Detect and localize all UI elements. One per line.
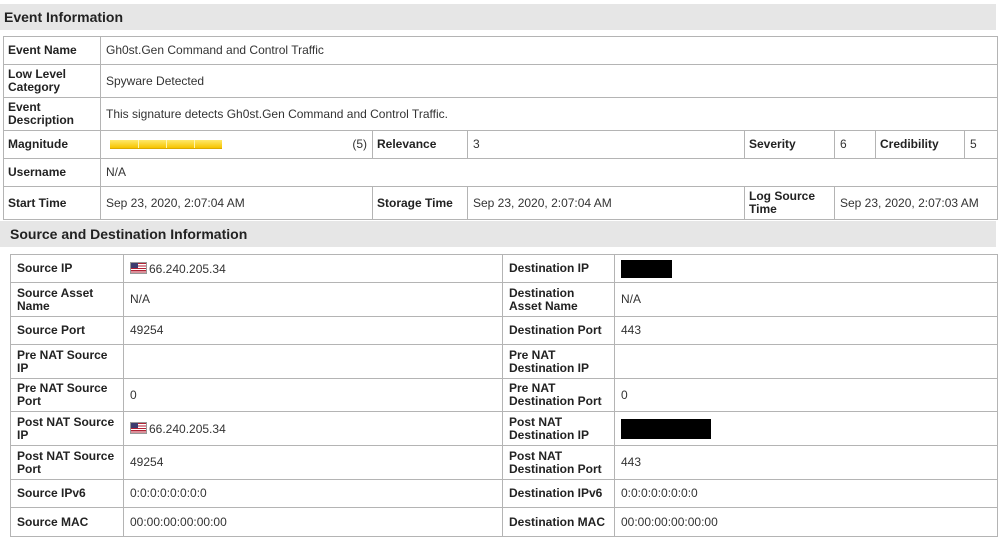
- username-value: N/A: [99, 158, 999, 187]
- source-ipv6-label: Source IPv6: [10, 479, 124, 508]
- source-port-value: 49254: [123, 316, 503, 345]
- destination-port-label: Destination Port: [502, 316, 615, 345]
- destination-port-value: 443: [614, 316, 998, 345]
- asset-name-row: Source Asset Name N/A Destination Asset …: [10, 282, 998, 317]
- pre-nat-source-port-value: 0: [123, 378, 503, 412]
- destination-ipv6-label: Destination IPv6: [502, 479, 615, 508]
- event-description-value: This signature detects Gh0st.Gen Command…: [99, 97, 999, 131]
- post-nat-source-ip-cell: 66.240.205.34: [123, 411, 503, 446]
- destination-mac-label: Destination MAC: [502, 507, 615, 537]
- pre-nat-destination-port-value: 0: [614, 378, 998, 412]
- post-nat-source-port-value: 49254: [123, 445, 503, 480]
- event-description-label: Event Description: [3, 97, 101, 131]
- destination-asset-name-label: Destination Asset Name: [502, 282, 615, 317]
- post-nat-source-ip-value: 66.240.205.34: [149, 421, 226, 436]
- source-asset-name-value: N/A: [123, 282, 503, 317]
- destination-asset-name-value: N/A: [614, 282, 998, 317]
- relevance-value: 3: [467, 130, 745, 159]
- post-nat-destination-ip-label: Post NAT Destination IP: [502, 411, 615, 446]
- post-nat-destination-port-label: Post NAT Destination Port: [502, 445, 615, 480]
- us-flag-icon: [130, 421, 147, 434]
- post-nat-source-ip-label: Post NAT Source IP: [10, 411, 124, 446]
- credibility-value: 5: [963, 130, 999, 159]
- pre-nat-ip-row: Pre NAT Source IP Pre NAT Destination IP: [10, 344, 998, 379]
- magnitude-label: Magnitude: [3, 130, 101, 159]
- ip-row: Source IP 66.240.205.34 Destination IP: [10, 254, 998, 283]
- source-ip-value: 66.240.205.34: [149, 261, 226, 276]
- source-port-label: Source Port: [10, 316, 124, 345]
- log-source-time-label: Log Source Time: [744, 186, 835, 220]
- pre-nat-source-port-label: Pre NAT Source Port: [10, 378, 124, 412]
- destination-ip-cell: [614, 254, 998, 283]
- source-asset-name-label: Source Asset Name: [10, 282, 124, 317]
- magnitude-cell: (5): [100, 130, 373, 159]
- pre-nat-source-ip-value: [123, 344, 503, 379]
- source-destination-table: Source IP 66.240.205.34 Destination IP S…: [10, 254, 998, 537]
- log-source-time-value: Sep 23, 2020, 2:07:03 AM: [833, 186, 999, 220]
- pre-nat-source-ip-label: Pre NAT Source IP: [10, 344, 124, 379]
- severity-label: Severity: [744, 130, 835, 159]
- pre-nat-destination-ip-value: [614, 344, 998, 379]
- ipv6-row: Source IPv6 0:0:0:0:0:0:0:0 Destination …: [10, 479, 998, 508]
- storage-time-label: Storage Time: [372, 186, 468, 220]
- severity-value: 6: [834, 130, 876, 159]
- source-mac-label: Source MAC: [10, 507, 124, 537]
- start-time-label: Start Time: [3, 186, 101, 220]
- start-time-value: Sep 23, 2020, 2:07:04 AM: [100, 186, 373, 220]
- event-name-value: Gh0st.Gen Command and Control Traffic: [99, 36, 999, 65]
- post-nat-destination-port-value: 443: [614, 445, 998, 480]
- username-row: Username N/A: [3, 158, 999, 187]
- event-information-header: Event Information: [0, 4, 996, 30]
- port-row: Source Port 49254 Destination Port 443: [10, 316, 998, 345]
- low-level-category-row: Low Level Category Spyware Detected: [3, 64, 999, 98]
- pre-nat-destination-ip-label: Pre NAT Destination IP: [502, 344, 615, 379]
- event-name-label: Event Name: [3, 36, 101, 65]
- destination-ip-label: Destination IP: [502, 254, 615, 283]
- post-nat-ip-row: Post NAT Source IP 66.240.205.34 Post NA…: [10, 411, 998, 446]
- magnitude-value: (5): [352, 137, 367, 151]
- post-nat-port-row: Post NAT Source Port 49254 Post NAT Dest…: [10, 445, 998, 480]
- magnitude-row: Magnitude (5) Relevance 3 Severity 6 Cre…: [3, 130, 999, 159]
- time-row: Start Time Sep 23, 2020, 2:07:04 AM Stor…: [3, 186, 999, 220]
- post-nat-source-port-label: Post NAT Source Port: [10, 445, 124, 480]
- post-nat-destination-ip-redaction: [621, 418, 711, 439]
- source-destination-title: Source and Destination Information: [10, 226, 248, 242]
- storage-time-value: Sep 23, 2020, 2:07:04 AM: [467, 186, 745, 220]
- event-information-title: Event Information: [4, 9, 124, 25]
- post-nat-destination-ip-cell: [614, 411, 998, 446]
- relevance-label: Relevance: [372, 130, 468, 159]
- source-destination-header: Source and Destination Information: [0, 221, 996, 247]
- destination-ipv6-value: 0:0:0:0:0:0:0:0: [614, 479, 998, 508]
- username-label: Username: [3, 158, 101, 187]
- destination-ip-redaction: [621, 259, 672, 278]
- event-name-row: Event Name Gh0st.Gen Command and Control…: [3, 36, 999, 65]
- source-ipv6-value: 0:0:0:0:0:0:0:0: [123, 479, 503, 508]
- low-level-category-value: Spyware Detected: [99, 64, 999, 98]
- magnitude-bar: [110, 140, 222, 149]
- mac-row: Source MAC 00:00:00:00:00:00 Destination…: [10, 507, 998, 537]
- event-description-row: Event Description This signature detects…: [3, 97, 999, 131]
- event-information-table: Event Name Gh0st.Gen Command and Control…: [3, 36, 999, 220]
- pre-nat-destination-port-label: Pre NAT Destination Port: [502, 378, 615, 412]
- source-ip-label: Source IP: [10, 254, 124, 283]
- low-level-category-label: Low Level Category: [3, 64, 101, 98]
- source-ip-cell: 66.240.205.34: [123, 254, 503, 283]
- source-mac-value: 00:00:00:00:00:00: [123, 507, 503, 537]
- us-flag-icon: [130, 261, 147, 274]
- pre-nat-port-row: Pre NAT Source Port 0 Pre NAT Destinatio…: [10, 378, 998, 412]
- destination-mac-value: 00:00:00:00:00:00: [614, 507, 998, 537]
- credibility-label: Credibility: [875, 130, 965, 159]
